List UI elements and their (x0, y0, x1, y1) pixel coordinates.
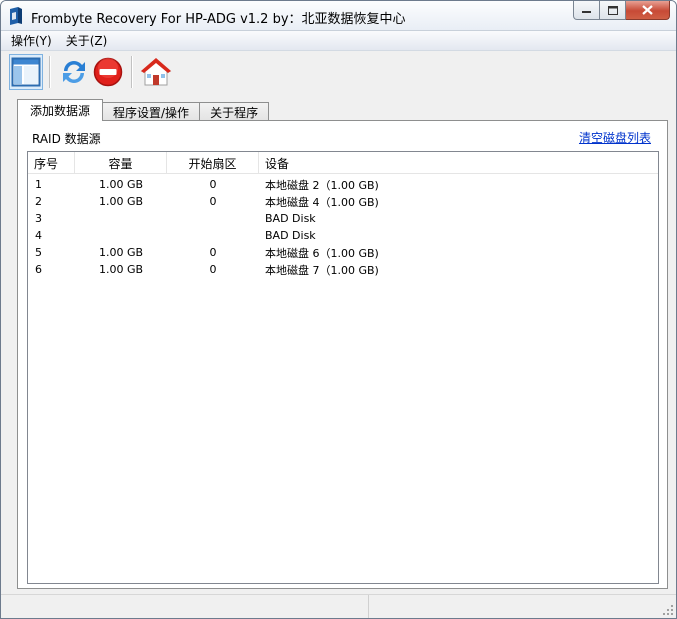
table-row[interactable]: 1 1.00 GB 0 本地磁盘 2（1.00 GB) (28, 176, 658, 193)
column-header-capacity[interactable]: 容量 (75, 152, 167, 174)
cell-start-sector: 0 (209, 246, 217, 259)
refresh-icon (63, 61, 85, 83)
cell-device: 本地磁盘 6（1.00 GB) (265, 246, 379, 260)
app-icon (10, 7, 22, 25)
cell-device: 本地磁盘 7（1.00 GB) (265, 263, 379, 277)
cell-device: BAD Disk (265, 229, 316, 242)
status-pane-1 (1, 595, 369, 618)
layout-panel-button[interactable] (9, 54, 43, 90)
stop-button[interactable] (91, 54, 125, 90)
title-bar[interactable]: Frombyte Recovery For HP-ADG v1.2 by：北亚数… (1, 1, 676, 31)
table-row[interactable]: 5 1.00 GB 0 本地磁盘 6（1.00 GB) (28, 244, 658, 261)
stop-icon (93, 57, 123, 87)
cell-index: 1 (35, 178, 42, 191)
cell-index: 2 (35, 195, 42, 208)
home-button[interactable] (139, 54, 173, 90)
cell-device: BAD Disk (265, 212, 316, 225)
cell-device: 本地磁盘 2（1.00 GB) (265, 178, 379, 192)
table-row[interactable]: 6 1.00 GB 0 本地磁盘 7（1.00 GB) (28, 261, 658, 278)
window-title: Frombyte Recovery For HP-ADG v1.2 by：北亚数… (31, 12, 406, 27)
column-header-start-sector[interactable]: 开始扇区 (167, 152, 259, 174)
home-icon (140, 58, 172, 86)
cell-start-sector (167, 227, 259, 244)
cell-index: 5 (35, 246, 42, 259)
tab-about[interactable]: 关于程序 (199, 102, 270, 121)
close-button[interactable] (626, 1, 670, 20)
disk-list[interactable]: 序号 容量 开始扇区 设备 1 1.00 GB 0 本地磁盘 2（1.00 GB… (27, 151, 659, 584)
cell-start-sector (167, 210, 259, 227)
status-pane-2 (369, 595, 660, 618)
maximize-button[interactable] (600, 1, 626, 20)
cell-capacity: 1.00 GB (98, 246, 144, 259)
menu-operation[interactable]: 操作(Y) (5, 32, 60, 49)
minimize-button[interactable] (573, 1, 600, 20)
cell-start-sector: 0 (209, 263, 217, 276)
cell-index: 4 (35, 229, 42, 242)
cell-capacity (75, 210, 167, 227)
toolbar (1, 52, 676, 92)
menu-about[interactable]: 关于(Z) (60, 32, 116, 49)
menu-bar: 操作(Y) 关于(Z) (1, 31, 676, 51)
cell-start-sector: 0 (209, 195, 217, 208)
table-row[interactable]: 3 BAD Disk (28, 210, 658, 227)
tab-add-source[interactable]: 添加数据源 (17, 99, 104, 121)
cell-index: 6 (35, 263, 42, 276)
toolbar-separator-2 (131, 56, 133, 88)
column-header-device[interactable]: 设备 (259, 152, 658, 174)
raid-source-label: RAID 数据源 (32, 132, 101, 146)
table-row[interactable]: 2 1.00 GB 0 本地磁盘 4（1.00 GB) (28, 193, 658, 210)
close-icon (642, 5, 653, 15)
resize-grip-icon[interactable] (662, 604, 674, 616)
clear-disk-list-link[interactable]: 清空磁盘列表 (579, 129, 651, 146)
app-window: Frombyte Recovery For HP-ADG v1.2 by：北亚数… (0, 0, 677, 619)
column-header-index[interactable]: 序号 (28, 152, 75, 174)
tab-settings[interactable]: 程序设置/操作 (102, 102, 201, 121)
tab-strip: 添加数据源 程序设置/操作 关于程序 (17, 99, 270, 121)
status-bar (1, 594, 676, 618)
disk-list-rows: 1 1.00 GB 0 本地磁盘 2（1.00 GB) 2 1.00 GB 0 … (28, 176, 658, 278)
cell-start-sector: 0 (209, 178, 217, 191)
toolbar-separator (49, 56, 51, 88)
tab-panel-add-source: RAID 数据源 清空磁盘列表 序号 容量 开始扇区 设备 1 1.00 GB … (17, 120, 668, 589)
caption-buttons (573, 1, 670, 21)
disk-list-header: 序号 容量 开始扇区 设备 (28, 152, 658, 174)
refresh-button[interactable] (57, 54, 91, 90)
cell-capacity: 1.00 GB (98, 195, 144, 208)
cell-capacity: 1.00 GB (98, 178, 144, 191)
maximize-icon (607, 5, 618, 15)
table-row[interactable]: 4 BAD Disk (28, 227, 658, 244)
layout-panel-icon (11, 57, 41, 87)
cell-capacity: 1.00 GB (98, 263, 144, 276)
cell-index: 3 (35, 212, 42, 225)
cell-device: 本地磁盘 4（1.00 GB) (265, 195, 379, 209)
cell-capacity (75, 227, 167, 244)
minimize-icon (582, 11, 591, 13)
